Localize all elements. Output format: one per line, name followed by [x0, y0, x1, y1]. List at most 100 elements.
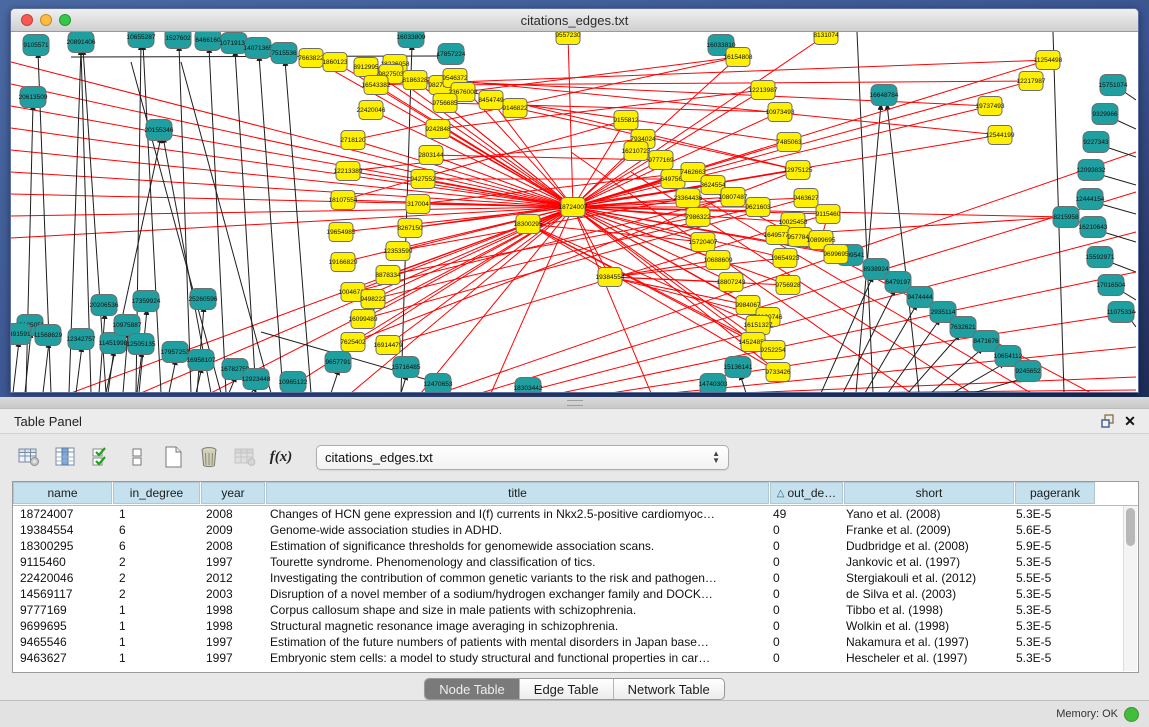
graph-node-label: 20155346	[145, 127, 174, 134]
graph-node-label: 7625402	[340, 339, 366, 346]
function-builder-icon[interactable]: f(x)	[266, 442, 296, 472]
scrollbar-thumb[interactable]	[1126, 508, 1135, 546]
select-all-rows-icon[interactable]	[86, 442, 116, 472]
table-cell: 0	[766, 635, 839, 649]
column-visibility-icon[interactable]	[50, 442, 80, 472]
table-cell: Embryonic stem cells: a model to study s…	[263, 651, 766, 665]
table-row[interactable]: 946554611997Estimation of the future num…	[13, 634, 1138, 650]
table-row[interactable]: 1872400712008Changes of HCN gene express…	[13, 506, 1138, 522]
graph-node-label: 12217987	[1017, 78, 1046, 85]
column-header-name[interactable]: name	[13, 482, 112, 504]
table-cell: Estimation of significance thresholds fo…	[263, 539, 766, 553]
column-header-in_degree[interactable]: in_degree	[113, 482, 200, 504]
table-row[interactable]: 977716911998Corpus callosum shape and si…	[13, 602, 1138, 618]
table-row[interactable]: 969969511998Structural magnetic resonanc…	[13, 618, 1138, 634]
table-panel: Table Panel ✕ f(x) citations_edges.txt	[0, 397, 1149, 727]
table-cell: Estimation of the future numbers of pati…	[263, 635, 766, 649]
column-header-out_de[interactable]: △out_de…	[770, 482, 843, 504]
table-cell: Jankovic et al. (1997)	[839, 555, 1009, 569]
table-header-row: namein_degree year title△out_de… short pager…	[13, 482, 1138, 506]
column-header-year[interactable]: year	[201, 482, 265, 504]
network-canvas[interactable]: 1872400791055712089140610655287152760264…	[11, 32, 1138, 392]
column-header-short[interactable]: short	[844, 482, 1014, 504]
graph-node-label: 9105571	[23, 42, 49, 49]
table-body: 1872400712008Changes of HCN gene express…	[13, 506, 1138, 666]
graph-node-label: 23364436	[674, 195, 703, 202]
graph-node-label: 11451998	[99, 340, 128, 347]
graph-node-label: 8131074	[813, 32, 839, 39]
table-settings-icon[interactable]	[14, 442, 44, 472]
table-cell: 2	[112, 555, 199, 569]
table-cell: 1997	[199, 555, 263, 569]
table-cell: 5.3E-5	[1009, 635, 1089, 649]
tab-node-table[interactable]: Node Table	[425, 679, 520, 699]
graph-node-label: 15136141	[724, 364, 753, 371]
graph-node-label: 19384554	[596, 274, 625, 281]
network-window-title: citations_edges.txt	[521, 13, 629, 28]
table-row[interactable]: 1456911722003Disruption of a novel membe…	[13, 586, 1138, 602]
network-window[interactable]: citations_edges.txt 18724007910557120891…	[10, 8, 1139, 393]
dropdown-stepper-icon: ▲▼	[712, 450, 720, 464]
graph-node-label: 19166829	[329, 259, 358, 266]
tab-edge-table[interactable]: Edge Table	[520, 679, 614, 699]
graph-node-label: 12444154	[1076, 196, 1105, 203]
table-cell: 5.9E-5	[1009, 539, 1089, 553]
table-row[interactable]: 1830029562008Estimation of significance …	[13, 538, 1138, 554]
graph-node-label: 9252254	[760, 347, 786, 354]
graph-node-label: 10973493	[766, 109, 795, 116]
table-cell: Tourette syndrome. Phenomenology and cla…	[263, 555, 766, 569]
graph-node-label: 7663822	[298, 55, 324, 62]
graph-node-label: 18107554	[329, 197, 358, 204]
graph-node-label: 8912995	[353, 64, 379, 71]
graph-node-label: 2718120	[340, 137, 366, 144]
graph-node-label: 9227343	[1083, 139, 1109, 146]
graph-node-label: 11254498	[1034, 57, 1063, 64]
table-cell: 5.6E-5	[1009, 523, 1089, 537]
table-cell: 2012	[199, 571, 263, 585]
table-row[interactable]: 911546021997Tourette syndrome. Phenomeno…	[13, 554, 1138, 570]
new-column-icon[interactable]	[158, 442, 188, 472]
graph-node-label: 16543382	[362, 82, 391, 89]
column-header-pagerank[interactable]: pagerank	[1015, 482, 1095, 504]
graph-node-label: 11075334	[1107, 309, 1136, 316]
graph-node-label: 8186328	[402, 77, 428, 84]
graph-node-label: 20206536	[90, 302, 119, 309]
column-header-title[interactable]: title	[266, 482, 769, 504]
close-icon[interactable]: ✕	[1119, 412, 1141, 430]
tab-network-table[interactable]: Network Table	[614, 679, 724, 699]
table-cell: 0	[766, 523, 839, 537]
column-header-label: year	[221, 486, 244, 500]
delete-column-icon[interactable]	[194, 442, 224, 472]
graph-node-label: 9621603	[745, 204, 771, 211]
graph-node-label: 10655287	[127, 34, 156, 41]
window-zoom-button[interactable]	[59, 14, 71, 26]
graph-node-label: 9733426	[765, 369, 791, 376]
table-row[interactable]: 946362711997Embryonic stem cells: a mode…	[13, 650, 1138, 666]
window-minimize-button[interactable]	[40, 14, 52, 26]
graph-node-label: 16154808	[724, 54, 753, 61]
network-window-titlebar[interactable]: citations_edges.txt	[11, 9, 1138, 32]
column-header-label: short	[916, 486, 943, 500]
clear-selection-icon[interactable]	[122, 442, 152, 472]
divider-grip	[567, 400, 583, 406]
table-row[interactable]: 2242004622012Investigating the contribut…	[13, 570, 1138, 586]
graph-node-label: 12505135	[127, 341, 156, 348]
graph-node-label: 14071365	[244, 45, 273, 52]
graph-node-label: 12470653	[424, 381, 453, 388]
graph-node-label: 12975125	[784, 167, 813, 174]
table-cell: Disruption of a novel member of a sodium…	[263, 587, 766, 601]
table-cell: Hescheler et al. (1997)	[839, 651, 1009, 665]
graph-node-label: 15720407	[689, 239, 718, 246]
table-row[interactable]: 1938455462009Genome-wide association stu…	[13, 522, 1138, 538]
table-panel-title: Table Panel	[0, 414, 1097, 429]
table-cell: de Silva et al. (2003)	[839, 587, 1009, 601]
panel-split-divider[interactable]	[0, 397, 1149, 409]
float-window-icon[interactable]	[1097, 412, 1119, 430]
table-toolbar: f(x) citations_edges.txt ▲▼	[0, 434, 1149, 480]
table-selector-dropdown[interactable]: citations_edges.txt ▲▼	[316, 445, 729, 470]
graph-node-label: 7485063	[776, 139, 802, 146]
table-scrollbar[interactable]	[1123, 506, 1137, 671]
table-cell: 1997	[199, 651, 263, 665]
table-cell: Wolkin et al. (1998)	[839, 619, 1009, 633]
window-close-button[interactable]	[21, 14, 33, 26]
